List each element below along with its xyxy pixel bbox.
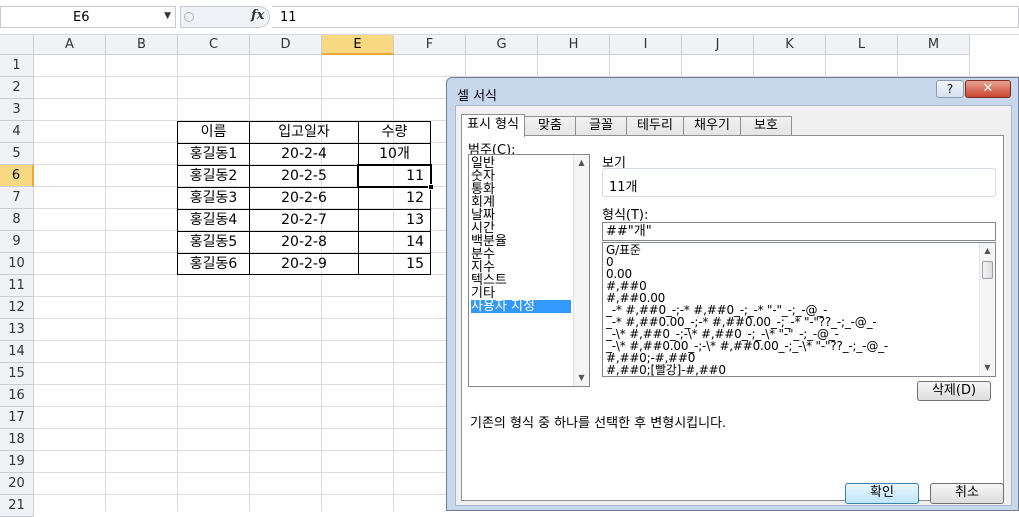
row-header-11[interactable]: 11 — [0, 275, 34, 297]
table-cell[interactable]: 20-2-7 — [250, 209, 358, 231]
row-header-15[interactable]: 15 — [0, 363, 34, 385]
formula-value: 11 — [280, 10, 297, 25]
category-scrollbar[interactable]: ▲ ▼ — [573, 155, 589, 386]
table-cell[interactable]: 20-2-5 — [250, 165, 358, 187]
fill-handle[interactable] — [428, 184, 434, 190]
tab-alignment[interactable]: 맞춤 — [524, 116, 576, 136]
column-header-l[interactable]: L — [826, 35, 898, 55]
column-header-a[interactable]: A — [34, 35, 106, 55]
dialog-title: 셀 서식 — [457, 89, 498, 104]
row-header-5[interactable]: 5 — [0, 143, 34, 165]
scroll-down-icon[interactable]: ▼ — [980, 360, 995, 376]
table-cell[interactable]: 홍길동5 — [178, 231, 249, 253]
column-header-b[interactable]: B — [106, 35, 178, 55]
formula-input[interactable]: 11 — [272, 6, 1019, 28]
table-cell[interactable]: 20-2-6 — [250, 187, 358, 209]
table-header-date[interactable]: 입고일자 — [250, 121, 358, 143]
tab-protection[interactable]: 보호 — [740, 116, 792, 136]
select-all-corner[interactable] — [0, 35, 34, 55]
delete-button[interactable]: 삭제(D) — [917, 381, 991, 401]
format-scrollbar[interactable]: ▲ ▼ — [979, 243, 995, 376]
row-header-10[interactable]: 10 — [0, 253, 34, 275]
row-header-3[interactable]: 3 — [0, 99, 34, 121]
scroll-down-icon[interactable]: ▼ — [574, 370, 589, 386]
scroll-up-icon[interactable]: ▲ — [574, 155, 589, 171]
table-cell[interactable]: 15 — [359, 253, 430, 275]
column-header-c[interactable]: C — [178, 35, 250, 55]
table-cell[interactable]: 20-2-8 — [250, 231, 358, 253]
table-cell[interactable]: 10개 — [359, 143, 430, 165]
tab-fill[interactable]: 채우기 — [683, 116, 741, 136]
table-cell[interactable]: 11 — [359, 165, 430, 187]
sample-box: 11개 — [602, 168, 996, 197]
table-cell[interactable]: 홍길동3 — [178, 187, 249, 209]
column-header-m[interactable]: M — [898, 35, 970, 55]
format-cells-dialog: 셀 서식 ? ✕ 표시 형식 맞춤 글꼴 테두리 채우기 보호 범주(C): 일… — [446, 77, 1019, 511]
scroll-up-icon[interactable]: ▲ — [980, 243, 995, 259]
column-header-e[interactable]: E — [322, 35, 394, 55]
resize-grip-icon[interactable] — [184, 12, 194, 22]
table-cell[interactable]: 13 — [359, 209, 430, 231]
description-text: 기존의 형식 중 하나를 선택한 후 변형시킵니다. — [470, 416, 727, 431]
column-header-d[interactable]: D — [250, 35, 322, 55]
row-header-12[interactable]: 12 — [0, 297, 34, 319]
format-input[interactable]: ##"개" — [602, 222, 996, 241]
chevron-down-icon[interactable]: ▼ — [164, 11, 171, 21]
table-cell[interactable]: 20-2-4 — [250, 143, 358, 165]
row-header-1[interactable]: 1 — [0, 55, 34, 77]
row-header-7[interactable]: 7 — [0, 187, 34, 209]
sample-value: 11개 — [609, 180, 638, 195]
format-item[interactable]: #,##0;[빨강]-#,##0 — [606, 364, 726, 376]
table-cell[interactable]: 14 — [359, 231, 430, 253]
column-header-k[interactable]: K — [754, 35, 826, 55]
row-header-16[interactable]: 16 — [0, 385, 34, 407]
format-label: 형식(T): — [602, 208, 649, 223]
row-header-20[interactable]: 20 — [0, 473, 34, 495]
table-cell[interactable]: 홍길동1 — [178, 143, 249, 165]
scroll-thumb[interactable] — [982, 261, 993, 279]
tab-border[interactable]: 테두리 — [626, 116, 684, 136]
table-cell[interactable]: 홍길동6 — [178, 253, 249, 275]
dialog-body: 표시 형식 맞춤 글꼴 테두리 채우기 보호 범주(C): 일반 숫자 통화 회… — [455, 105, 1012, 506]
row-header-8[interactable]: 8 — [0, 209, 34, 231]
row-header-2[interactable]: 2 — [0, 77, 34, 99]
category-item-selected[interactable]: 사용자 지정 — [471, 300, 571, 313]
column-header-f[interactable]: F — [394, 35, 466, 55]
table-cell[interactable]: 홍길동2 — [178, 165, 249, 187]
table-header-qty[interactable]: 수량 — [359, 121, 430, 143]
row-header-14[interactable]: 14 — [0, 341, 34, 363]
name-box-value: E6 — [73, 10, 90, 25]
column-header-g[interactable]: G — [466, 35, 538, 55]
row-header-21[interactable]: 21 — [0, 495, 34, 517]
cancel-button[interactable]: 취소 — [930, 483, 1004, 504]
ok-button[interactable]: 확인 — [845, 483, 919, 504]
table-cell[interactable]: 20-2-9 — [250, 253, 358, 275]
row-header-19[interactable]: 19 — [0, 451, 34, 473]
row-header-4[interactable]: 4 — [0, 121, 34, 143]
name-box[interactable]: E6 ▼ — [0, 6, 176, 28]
format-list[interactable]: G/표준 0 0.00 #,##0 #,##0.00 _-* #,##0_-;-… — [602, 242, 996, 377]
row-header-18[interactable]: 18 — [0, 429, 34, 451]
row-header-17[interactable]: 17 — [0, 407, 34, 429]
column-header-i[interactable]: I — [610, 35, 682, 55]
help-button[interactable]: ? — [936, 80, 964, 98]
formula-bar: E6 ▼ fx 11 — [0, 0, 1019, 35]
table-cell[interactable]: 12 — [359, 187, 430, 209]
tab-number[interactable]: 표시 형식 — [461, 114, 525, 137]
table-header-name[interactable]: 이름 — [178, 121, 249, 143]
number-tab-panel: 범주(C): 일반 숫자 통화 회계 날짜 시간 백분율 분수 지수 텍스트 기… — [461, 135, 1004, 501]
category-list[interactable]: 일반 숫자 통화 회계 날짜 시간 백분율 분수 지수 텍스트 기타 사용자 지… — [468, 154, 590, 387]
close-button[interactable]: ✕ — [965, 80, 1011, 98]
row-header-13[interactable]: 13 — [0, 319, 34, 341]
formula-buttons: fx — [180, 6, 270, 28]
table-cell[interactable]: 홍길동4 — [178, 209, 249, 231]
tab-font[interactable]: 글꼴 — [575, 116, 627, 136]
column-header-j[interactable]: J — [682, 35, 754, 55]
column-header-h[interactable]: H — [538, 35, 610, 55]
insert-function-icon[interactable]: fx — [251, 8, 264, 23]
row-header-9[interactable]: 9 — [0, 231, 34, 253]
row-header-6[interactable]: 6 — [0, 165, 34, 187]
